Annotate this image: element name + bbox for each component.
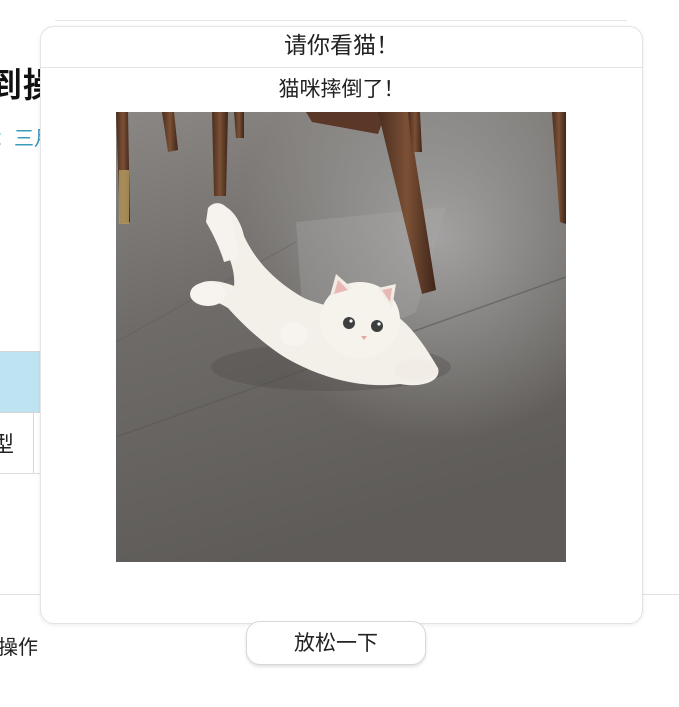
background-divider: [55, 20, 627, 21]
modal-title: 请你看猫！: [41, 27, 642, 68]
cat-image-drawing: [116, 112, 566, 562]
background-table-column-divider: [33, 351, 34, 473]
background-table-cell: 型: [0, 433, 15, 458]
cat-modal: 请你看猫！ 猫咪摔倒了！: [40, 26, 643, 624]
background-table-header: [0, 351, 40, 413]
background-operation-label: 操作: [0, 635, 38, 659]
relax-button[interactable]: 放松一下: [246, 621, 426, 665]
cat-image: [116, 112, 566, 562]
modal-caption: 猫咪摔倒了！: [278, 77, 405, 101]
